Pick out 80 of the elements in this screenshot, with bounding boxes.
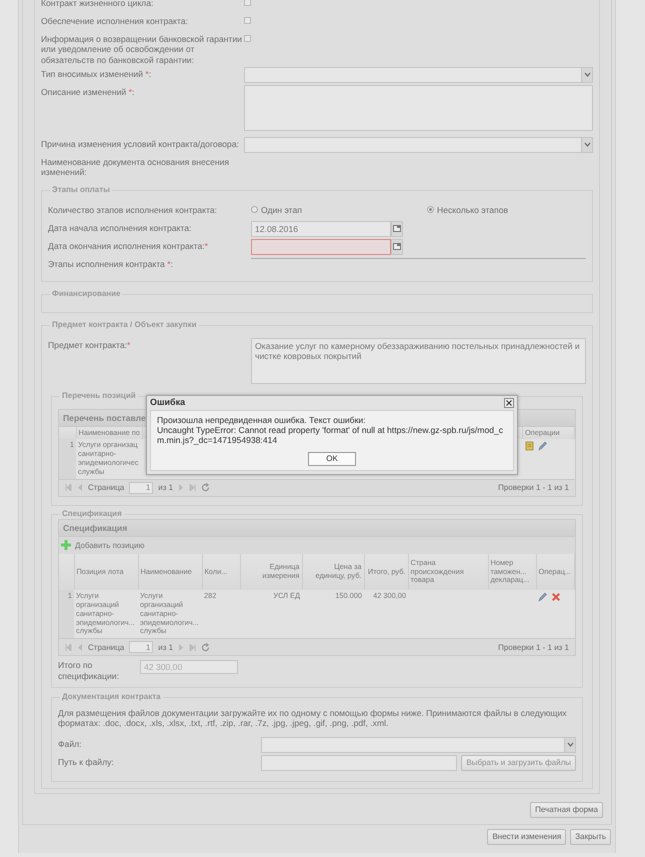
field-label: Предмет контракта:* [48, 338, 132, 350]
field-label: Наименование документа основания внесения изменений: [41, 156, 230, 178]
field-label: Тип вносимых изменений *: [41, 68, 152, 80]
refresh-icon [201, 483, 210, 492]
next-page-icon [178, 644, 184, 651]
file-path-field[interactable] [261, 754, 458, 771]
grid-title: Спецификация [59, 520, 575, 537]
pencil-icon [538, 592, 547, 602]
radio-label: Один этап [261, 204, 302, 215]
delete-icon [551, 592, 561, 602]
section-legend: Перечень позиций [60, 390, 138, 400]
footer-button[interactable]: Закрыть [570, 828, 611, 845]
ok-button[interactable]: OK [308, 452, 356, 466]
field-label: Причина изменения условий контракта/договора: [41, 138, 240, 150]
dropdown-field[interactable] [261, 736, 576, 753]
add-position-button[interactable]: Добавить позицию [61, 540, 144, 550]
page-label: Страница [88, 483, 124, 493]
page-number-field[interactable]: 1 [129, 482, 154, 494]
calendar-icon [393, 243, 401, 250]
next-page-icon [178, 484, 184, 492]
field-label: Обеспечение исполнения контракта: [41, 15, 189, 26]
total-field[interactable]: 42 300,00 [140, 660, 238, 674]
field-label: Информация о возвращении банковской гарантии или уведомление об освобождении от обязательств по банковской гарантии: [41, 33, 243, 65]
dropdown-field[interactable] [244, 136, 593, 153]
page-count: из 1 [158, 483, 174, 493]
page-count: из 1 [158, 642, 174, 652]
error-details: Uncaught TypeError: Cannot read property 'format' of null at https://new.gz-spb.ru/js/mod_cm.min.js?_dc=1471954938:414 [157, 424, 504, 446]
calendar-icon [393, 225, 401, 232]
upload-button[interactable]: Выбрать и загрузить файлы [461, 754, 576, 771]
section-legend: Этапы оплаты [50, 184, 112, 194]
record-summary: Проверки 1 - 1 из 1 [498, 642, 569, 652]
date-field[interactable] [251, 238, 391, 255]
total-label: Итого по спецификации: [58, 660, 120, 681]
field-label: Дата окончания исполнения контракта:* [48, 240, 209, 251]
text-area[interactable]: Оказание услуг по камерному обеззараживанию постельных принадлежностей и чистке ковровых покрытий [251, 338, 586, 384]
first-page-icon [65, 644, 72, 651]
field-label: Файл: [58, 738, 83, 749]
checkbox[interactable] [244, 17, 251, 24]
chevron-down-icon [584, 142, 590, 148]
page-label: Страница [88, 642, 124, 652]
previous-page-icon [77, 484, 83, 492]
first-page-icon [65, 484, 72, 492]
checkbox[interactable] [244, 0, 251, 6]
calendar-button[interactable] [391, 238, 403, 255]
checkbox[interactable] [244, 35, 251, 42]
scroll-icon [524, 441, 534, 452]
last-page-icon [189, 644, 196, 651]
field-label: Описание изменений *: [41, 86, 136, 98]
info-text: Для размещения файлов документации загружайте их по одному с помощью формы ниже. Принимаются файлы в следующих форматах: .doc, .docx, .xls, .xlsx, .txt, .rtf, .zip, .rar, .7z, .jpg, .jpeg, .gif, .png, .pdf, .xml. [58, 708, 568, 729]
plus-icon [61, 540, 71, 550]
dialog-title: Ошибка [150, 397, 186, 408]
section-legend: Документация контракта [60, 692, 163, 702]
dropdown-field[interactable] [244, 66, 593, 83]
text-area[interactable] [244, 84, 593, 131]
footer-button[interactable]: Внести изменения [487, 828, 566, 845]
close-icon [506, 400, 512, 406]
field-label: Контракт жизненного цикла: [41, 0, 154, 8]
previous-page-icon [77, 644, 83, 651]
date-field[interactable]: 12.08.2016 [251, 220, 391, 237]
chevron-down-icon [566, 742, 574, 748]
last-page-icon [189, 484, 196, 492]
field-label: Путь к файлу: [58, 756, 115, 767]
section-legend: Финансирование [50, 288, 122, 298]
error-message: Произошла непредвиденная ошибка. Текст ошибки: [157, 414, 367, 425]
pencil-icon [538, 441, 546, 452]
section-legend: Предмет контракта / Объект закупки [50, 320, 198, 330]
radio-button[interactable] [251, 206, 258, 214]
record-summary: Проверки 1 - 1 из 1 [498, 483, 569, 493]
chevron-down-icon [584, 72, 590, 78]
field-label: Дата начала исполнения контракта: [48, 222, 192, 233]
section-legend: Спецификация [60, 508, 124, 519]
radio-label: Несколько этапов [437, 204, 508, 215]
close-button[interactable] [504, 398, 514, 408]
radio-button[interactable] [427, 206, 434, 214]
calendar-button[interactable] [391, 220, 403, 237]
print-form-button[interactable]: Печатная форма [530, 802, 603, 818]
refresh-icon [201, 642, 210, 652]
page-number-field[interactable]: 1 [129, 641, 154, 654]
field-label: Этапы исполнения контракта *: [48, 258, 174, 269]
field-label: Количество этапов исполнения контракта: [48, 204, 218, 215]
